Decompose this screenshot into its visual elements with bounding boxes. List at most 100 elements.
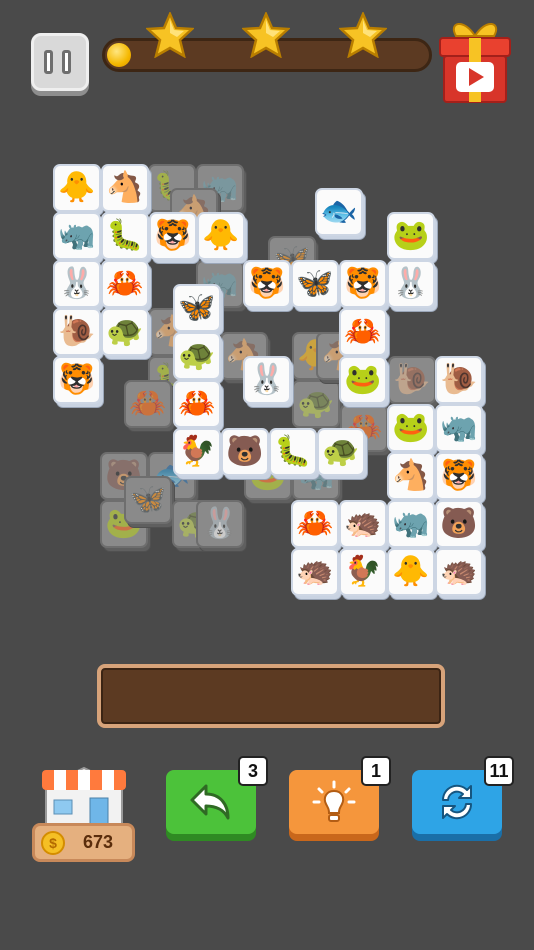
tile-face: 🦀 [173,380,221,428]
tile-snail[interactable]: 🐌 [53,308,104,360]
caterpillar-icon: 🐛 [274,435,312,468]
tile-face: 🐢 [173,332,221,380]
tile-caterpillar[interactable]: 🐛 [269,428,320,480]
hint-count-badge: 1 [361,756,391,786]
tile-face: 🐴 [387,452,435,500]
tile-butterfly[interactable]: 🦋 [291,260,342,312]
tile-rooster[interactable]: 🐓 [339,548,390,600]
rabbit-icon: 🐰 [201,507,239,540]
tile-tiger[interactable]: 🐯 [53,356,104,408]
turtle-icon: 🐢 [297,387,335,420]
tiger-icon: 🐯 [248,267,286,300]
tile-face: 🐓 [339,548,387,596]
tile-face: 🦀 [124,380,172,428]
tile-face: 🐛 [269,428,317,476]
tile-face: 🦋 [291,260,339,308]
hedgehog-icon: 🦔 [344,507,382,540]
tile-tiger[interactable]: 🐯 [243,260,294,312]
tile-crab[interactable]: 🦀 [291,500,342,552]
coin-value: 673 [83,832,114,852]
duck-icon: 🐥 [58,171,96,204]
tile-crab[interactable]: 🦀 [101,260,152,312]
tile-hedgehog[interactable]: 🦔 [435,548,486,600]
tile-face: 🐌 [388,356,436,404]
tile-face: 🦋 [124,476,172,524]
tile-face: 🦋 [173,284,221,332]
tile-hedgehog[interactable]: 🦔 [339,500,390,552]
undo-button[interactable]: 3 [166,756,268,834]
tile-face: 🦏 [387,500,435,548]
frog-icon: 🐸 [392,411,430,444]
tiger-icon: 🐯 [58,363,96,396]
tile-turtle[interactable]: 🐢 [173,332,224,384]
tile-face: 🐢 [292,380,340,428]
crab-icon: 🦀 [344,315,382,348]
tile-face: 🦔 [291,548,339,596]
tile-face: 🐸 [387,212,435,260]
tile-face: 🐸 [387,404,435,452]
tile-face: 🦀 [101,260,149,308]
tile-face: 🐰 [243,356,291,404]
tile-duck[interactable]: 🐥 [53,164,104,216]
tile-rabbit[interactable]: 🐰 [243,356,294,408]
tile-hedgehog[interactable]: 🦔 [291,548,342,600]
tile-face: 🐥 [387,548,435,596]
tile-face: 🐰 [387,260,435,308]
tile-horse[interactable]: 🐴 [387,452,438,504]
tile-face: 🐯 [243,260,291,308]
tile-rabbit[interactable]: 🐰 [387,260,438,312]
tile-caterpillar[interactable]: 🐛 [101,212,152,264]
tile-frog[interactable]: 🐸 [387,212,438,264]
tile-turtle[interactable]: 🐢 [317,428,368,480]
frog-icon: 🐸 [344,363,382,396]
tile-crab[interactable]: 🦀 [339,308,390,360]
rooster-icon: 🐓 [344,555,382,588]
tile-bear[interactable]: 🐻 [435,500,486,552]
covered-tile-butterfly: 🦋 [124,476,175,528]
tile-frog[interactable]: 🐸 [387,404,438,456]
tile-rhino[interactable]: 🦏 [53,212,104,264]
tile-face: 🐌 [435,356,483,404]
tile-rabbit[interactable]: 🐰 [53,260,104,312]
tile-tiger[interactable]: 🐯 [149,212,200,264]
tile-butterfly[interactable]: 🦋 [173,284,224,336]
butterfly-icon: 🦋 [129,483,167,516]
tile-tiger[interactable]: 🐯 [339,260,390,312]
rabbit-icon: 🐰 [58,267,96,300]
tile-frog[interactable]: 🐸 [339,356,390,408]
tile-rooster[interactable]: 🐓 [173,428,224,480]
tile-face: 🦔 [339,500,387,548]
snail-icon: 🐌 [393,363,431,396]
undo-count-badge: 3 [238,756,268,786]
tile-turtle[interactable]: 🐢 [101,308,152,360]
butterfly-icon: 🦋 [178,291,216,324]
tile-face: 🐥 [197,212,245,260]
rooster-icon: 🐓 [178,435,216,468]
tile-face: 🐥 [53,164,101,212]
tile-face: 🐌 [53,308,101,356]
rhino-icon: 🦏 [440,411,478,444]
tile-face: 🦔 [435,548,483,596]
tile-face: 🦀 [339,308,387,356]
tile-rhino[interactable]: 🦏 [387,500,438,552]
fish-icon: 🐟 [320,195,358,228]
duck-icon: 🐥 [392,555,430,588]
rabbit-icon: 🐰 [248,363,286,396]
tile-duck[interactable]: 🐥 [197,212,248,264]
shuffle-button[interactable]: 11 [412,756,514,834]
rabbit-icon: 🐰 [392,267,430,300]
tile-horse[interactable]: 🐴 [101,164,152,216]
tile-tray [97,664,445,728]
tile-face: 🐯 [53,356,101,404]
snail-icon: 🐌 [58,315,96,348]
tile-rhino[interactable]: 🦏 [435,404,486,456]
tile-face: 🦏 [435,404,483,452]
tile-snail[interactable]: 🐌 [435,356,486,408]
tile-tiger[interactable]: 🐯 [435,452,486,504]
tile-fish[interactable]: 🐟 [315,188,366,240]
tile-duck[interactable]: 🐥 [387,548,438,600]
tile-crab[interactable]: 🦀 [173,380,224,432]
tile-bear[interactable]: 🐻 [221,428,272,480]
hint-button[interactable]: 1 [289,756,391,834]
coin-counter: $ 673 [32,823,135,862]
